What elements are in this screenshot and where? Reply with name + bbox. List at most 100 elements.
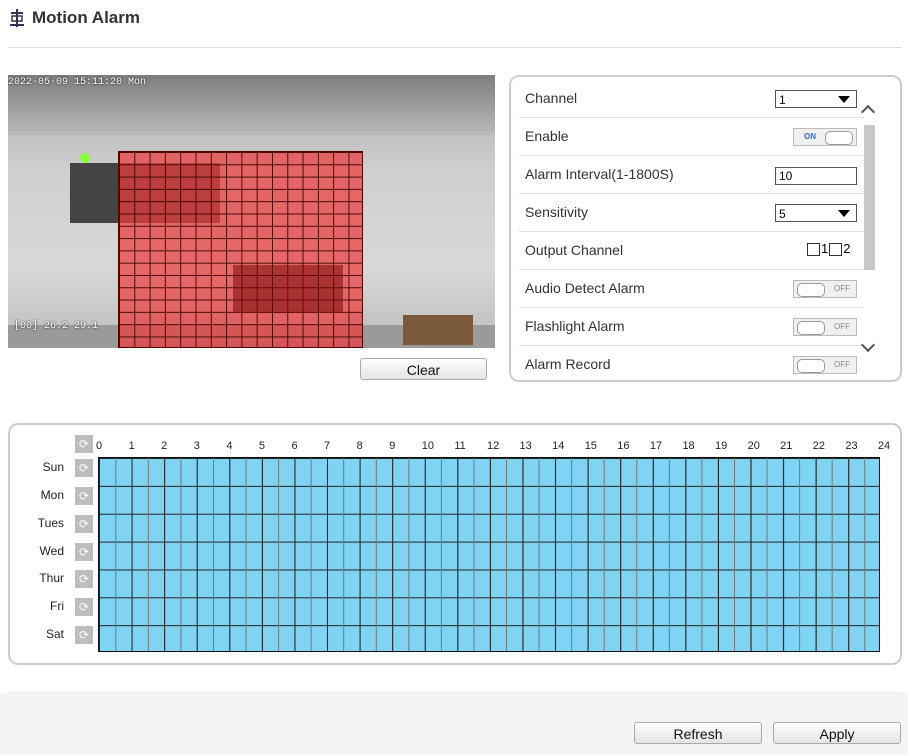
alarm-interval-label: Alarm Interval(1-1800S) <box>525 166 674 182</box>
setting-row-audio-detect: Audio Detect Alarm OFF <box>519 269 864 308</box>
hour-label: 5 <box>258 440 266 452</box>
enable-toggle-text: ON <box>804 132 816 141</box>
page-header: Motion Alarm <box>0 0 908 48</box>
flashlight-toggle[interactable]: OFF <box>793 318 857 336</box>
hour-label: 3 <box>193 440 200 452</box>
settings-scrollbar[interactable] <box>860 95 878 365</box>
setting-row-enable: Enable ON <box>519 117 864 156</box>
day-label: Tues <box>37 515 64 530</box>
hour-label: 22 <box>812 440 825 452</box>
chevron-down-icon <box>838 210 850 217</box>
sensitivity-value: 5 <box>779 207 786 221</box>
scrollbar-thumb[interactable] <box>864 125 875 270</box>
chevron-up-icon[interactable] <box>860 104 876 120</box>
output-channel-options: 12 <box>807 241 851 257</box>
copy-day-icon[interactable]: ⟳ <box>75 459 93 477</box>
toggle-knob <box>825 131 853 145</box>
day-label: Sat <box>45 627 64 642</box>
day-label: Wed <box>39 543 64 558</box>
day-label: Fri <box>50 599 64 614</box>
copy-all-icon[interactable]: ⟳ <box>75 435 93 453</box>
sensitivity-label: Sensitivity <box>525 204 589 220</box>
output-channel-1-checkbox[interactable] <box>807 243 820 257</box>
copy-day-icon[interactable]: ⟳ <box>75 542 93 561</box>
page-title: Motion Alarm <box>32 8 140 27</box>
day-label: Sun <box>42 460 64 474</box>
hour-label: 10 <box>421 440 435 452</box>
day-label: Mon <box>40 487 64 502</box>
hour-label: 2 <box>161 440 168 452</box>
hour-label: 23 <box>845 440 858 452</box>
output-channel-2-checkbox[interactable] <box>829 243 843 257</box>
hour-label: 14 <box>552 440 565 452</box>
output-channel-label: Output Channel <box>525 242 624 258</box>
hour-label: 7 <box>324 440 331 452</box>
hour-label: 9 <box>389 440 396 452</box>
alarm-interval-input[interactable]: 10 <box>775 167 857 185</box>
enable-toggle[interactable]: ON <box>793 128 857 146</box>
hour-label: 6 <box>291 440 298 452</box>
clear-button[interactable]: Clear <box>360 358 487 380</box>
hour-label: 24 <box>877 440 891 452</box>
video-timestamp: 2022-05-09 15:11:20 Mon <box>8 77 147 88</box>
alarm-record-toggle-text: OFF <box>834 360 850 369</box>
toggle-knob <box>797 321 825 335</box>
audio-detect-toggle-text: OFF <box>834 284 850 293</box>
video-object <box>233 265 343 313</box>
video-preview[interactable]: 2022-05-09 15:11:20 Mon [00] 26.2 29.1 <box>8 75 495 348</box>
setting-row-flashlight: Flashlight Alarm OFF <box>519 307 864 346</box>
hour-label: 15 <box>584 440 597 452</box>
hour-label: 21 <box>780 440 793 452</box>
copy-day-icon[interactable]: ⟳ <box>75 570 93 589</box>
chevron-down-icon <box>838 96 850 103</box>
hour-label: 4 <box>226 440 233 452</box>
setting-row-sensitivity: Sensitivity 5 <box>519 193 864 232</box>
footer-bar <box>0 693 908 755</box>
apply-button[interactable]: Apply <box>773 722 901 744</box>
settings-panel: Channel 1 Enable ON Alarm Interval(1-180… <box>509 75 902 382</box>
copy-day-icon[interactable]: ⟳ <box>75 626 93 645</box>
alarm-record-toggle[interactable]: OFF <box>793 356 857 374</box>
refresh-button[interactable]: Refresh <box>634 722 762 744</box>
hour-label: 19 <box>715 440 728 452</box>
channel-select[interactable]: 1 <box>775 90 857 108</box>
motion-detection-grid[interactable] <box>118 151 363 348</box>
divider <box>8 47 902 48</box>
toggle-knob <box>797 283 825 297</box>
hour-label: 11 <box>454 440 466 452</box>
copy-day-icon[interactable]: ⟳ <box>75 486 93 505</box>
flashlight-label: Flashlight Alarm <box>525 318 625 334</box>
alarm-icon <box>10 9 24 27</box>
video-overlay-text: [00] 26.2 29.1 <box>14 321 99 332</box>
hour-label: 18 <box>682 440 695 452</box>
audio-detect-label: Audio Detect Alarm <box>525 280 645 296</box>
hour-label: 16 <box>617 440 630 452</box>
flashlight-toggle-text: OFF <box>834 322 850 331</box>
hour-label: 12 <box>486 440 500 452</box>
enable-label: Enable <box>525 128 569 144</box>
alarm-record-label: Alarm Record <box>525 356 611 372</box>
marker-icon <box>80 153 90 163</box>
video-object <box>403 315 473 345</box>
hour-label: 17 <box>649 440 663 452</box>
audio-detect-toggle[interactable]: OFF <box>793 280 857 298</box>
copy-day-icon[interactable]: ⟳ <box>75 514 93 533</box>
hour-label: 1 <box>128 440 135 452</box>
channel-label: Channel <box>525 90 578 106</box>
hour-label: 8 <box>356 440 363 452</box>
sensitivity-select[interactable]: 5 <box>775 204 857 222</box>
hour-label: 0 <box>96 440 103 452</box>
setting-row-alarm-interval: Alarm Interval(1-1800S) 10 <box>519 155 864 194</box>
hour-label: 20 <box>747 440 760 452</box>
channel-value: 1 <box>779 93 786 107</box>
chevron-down-icon[interactable] <box>860 337 876 353</box>
output-channel-2-label: 2 <box>843 241 851 256</box>
copy-day-icon[interactable]: ⟳ <box>75 598 93 617</box>
output-channel-1-label: 1 <box>821 241 829 256</box>
schedule-grid[interactable] <box>98 457 880 652</box>
hour-label: 13 <box>519 440 532 452</box>
toggle-knob <box>797 359 825 373</box>
setting-row-output-channel: Output Channel 12 <box>519 231 864 270</box>
setting-row-alarm-record: Alarm Record OFF <box>519 345 864 383</box>
setting-row-channel: Channel 1 <box>519 79 864 118</box>
